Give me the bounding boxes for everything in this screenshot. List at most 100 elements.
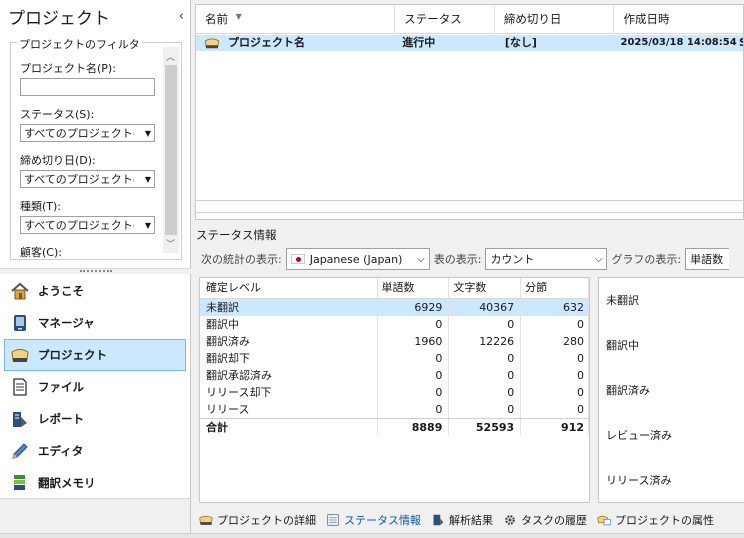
nav-item-label: ようこそ <box>38 284 84 298</box>
bottom-tabs: プロジェクトの詳細 ステータス情報 解析結果 タスクの履歴 プロジェクトの属性 <box>193 509 744 531</box>
nav-item-reports[interactable]: レポート <box>0 403 190 435</box>
column-header-confirmation-level[interactable]: 確定レベル <box>200 278 378 298</box>
home-icon <box>11 282 29 300</box>
column-header-status[interactable]: ステータス <box>395 5 495 33</box>
panel-splitter[interactable] <box>0 268 191 274</box>
chart-label-reviewed: レビュー済み <box>606 429 672 442</box>
column-header-due-date[interactable]: 締め切り日 <box>495 5 615 33</box>
due-date-filter-select[interactable]: すべてのプロジェクトの表示 ▼ <box>20 170 155 188</box>
table-mode-value: カウント <box>490 253 535 266</box>
table-row[interactable]: プロジェクト名 進行中 [なし] 2025/03/18 14:08:54 S <box>196 35 743 51</box>
chart-label-released: リリース済み <box>606 474 672 487</box>
due-date-filter-label: 締め切り日(D): <box>20 154 96 167</box>
table-row[interactable]: 翻訳中 0 0 0 <box>200 316 590 333</box>
tab-project-attributes[interactable]: プロジェクトの属性 <box>591 510 718 530</box>
project-attributes-icon <box>597 515 611 526</box>
project-status-cell: 進行中 <box>402 36 436 49</box>
language-select[interactable]: Japanese (Japan) ⌵ <box>285 248 430 270</box>
table-row[interactable]: リリース 0 0 0 <box>200 401 590 418</box>
status-table: 確定レベル 単語数 文字数 分節 未翻訳 6929 40367 632 翻訳中 … <box>199 277 590 503</box>
nav-item-editor[interactable]: エディタ <box>0 435 190 467</box>
navigation-pane: ようこそ マネージャ プロジェクト ファイル レポート エディタ 翻訳メモリ <box>0 275 190 499</box>
dropdown-arrow-icon: ▼ <box>144 128 151 138</box>
manager-icon <box>14 315 26 331</box>
nav-item-files[interactable]: ファイル <box>0 371 190 403</box>
project-grid-header: 名前 ▼ ステータス 締め切り日 作成日時 <box>196 5 743 34</box>
column-header-characters[interactable]: 文字数 <box>449 278 522 298</box>
table-row[interactable]: 翻訳承認済み 0 0 0 <box>200 367 590 384</box>
project-due-cell: [なし] <box>504 36 537 49</box>
status-filter-select[interactable]: すべてのプロジェクトの表示 ▼ <box>20 124 155 142</box>
project-name-cell: プロジェクト名 <box>196 35 395 51</box>
table-row[interactable]: 未翻訳 6929 40367 632 <box>200 299 590 316</box>
scrollbar-thumb[interactable] <box>165 65 177 235</box>
chart-label-translated: 翻訳済み <box>606 384 650 397</box>
due-date-filter-value: すべてのプロジェクトの表示 <box>24 173 134 186</box>
status-filter-value: すべてのプロジェクトの表示 <box>24 127 134 140</box>
chart-label-untranslated: 未翻訳 <box>606 294 639 307</box>
table-mode-select[interactable]: カウント ⌵ <box>485 248 608 270</box>
report-icon <box>13 412 27 427</box>
dropdown-arrow-icon: ▼ <box>144 174 151 184</box>
panel-title: プロジェクト <box>8 8 110 29</box>
table-row[interactable]: 翻訳済み 1960 12226 280 <box>200 333 590 350</box>
nav-item-label: 翻訳メモリ <box>38 476 96 490</box>
filter-body: プロジェクト名(P): ステータス(S): すべてのプロジェクトの表示 ▼ 締め… <box>11 51 163 259</box>
table-total-row[interactable]: 合計 8889 52593 912 <box>200 418 590 435</box>
tab-status-info[interactable]: ステータス情報 <box>320 510 425 530</box>
column-header-words[interactable]: 単語数 <box>378 278 450 298</box>
nav-item-welcome[interactable]: ようこそ <box>0 275 190 307</box>
task-history-icon <box>505 515 515 525</box>
graph-mode-select[interactable]: 単語数 <box>685 248 730 270</box>
status-info-title: ステータス情報 <box>196 228 277 242</box>
nav-item-label: エディタ <box>38 444 84 458</box>
table-row[interactable]: 翻訳却下 0 0 0 <box>200 350 590 367</box>
project-icon <box>204 38 220 49</box>
scroll-down-icon[interactable]: ﹀ <box>166 237 175 250</box>
dropdown-arrow-icon: ▼ <box>144 220 151 230</box>
nav-item-translation-memory[interactable]: 翻訳メモリ <box>0 467 190 499</box>
type-filter-label: 種類(T): <box>20 200 62 213</box>
graph-mode-label: グラフの表示: <box>611 253 682 266</box>
type-filter-value: すべてのプロジェクトの表示 <box>24 219 134 232</box>
scroll-up-icon[interactable]: ︿ <box>166 50 175 63</box>
japan-flag-icon <box>290 254 305 264</box>
project-extra-cell: S <box>739 36 744 49</box>
project-name-input[interactable] <box>20 78 155 96</box>
nav-item-project[interactable]: プロジェクト <box>4 339 186 371</box>
tab-task-history[interactable]: タスクの履歴 <box>497 510 591 530</box>
project-icon <box>11 349 29 362</box>
table-row[interactable]: リリース却下 0 0 0 <box>200 384 590 401</box>
status-info-icon <box>327 514 339 526</box>
translation-memory-icon <box>14 475 25 490</box>
customer-filter-label: 顧客(C): <box>20 246 62 259</box>
tab-analysis-results[interactable]: 解析結果 <box>425 510 497 530</box>
project-created-cell: 2025/03/18 14:08:54 <box>620 37 737 48</box>
analysis-icon <box>433 514 444 526</box>
status-table-header: 確定レベル 単語数 文字数 分節 <box>200 278 589 299</box>
project-grid: 名前 ▼ ステータス 締め切り日 作成日時 プロジェクト名 進行中 [なし] 2… <box>195 4 744 220</box>
column-header-segments[interactable]: 分節 <box>521 278 589 298</box>
collapse-panel-icon[interactable]: ‹ <box>179 9 184 24</box>
status-bar <box>0 533 744 538</box>
column-header-created[interactable]: 作成日時 <box>614 5 743 33</box>
tab-project-details[interactable]: プロジェクトの詳細 <box>193 510 320 530</box>
editor-icon <box>12 443 28 459</box>
navigation-pane-footer <box>0 498 190 538</box>
chevron-down-icon: ⌵ <box>594 253 603 265</box>
nav-item-label: ファイル <box>38 380 84 394</box>
column-header-name[interactable]: 名前 ▼ <box>196 5 396 33</box>
type-filter-select[interactable]: すべてのプロジェクトの表示 ▼ <box>20 216 155 234</box>
nav-item-label: レポート <box>38 412 84 426</box>
left-panel-header: プロジェクト ‹ <box>0 0 190 32</box>
nav-item-label: マネージャ <box>38 316 95 330</box>
chevron-down-icon: ⌵ <box>417 253 425 265</box>
status-filter-label: ステータス(S): <box>20 108 95 121</box>
main-area: 名前 ▼ ステータス 締め切り日 作成日時 プロジェクト名 進行中 [なし] 2… <box>193 0 744 538</box>
status-chart: 未翻訳 翻訳中 翻訳済み レビュー済み リリース済み <box>598 277 744 503</box>
nav-item-manager[interactable]: マネージャ <box>0 307 190 339</box>
file-icon <box>13 378 27 396</box>
graph-mode-value: 単語数 <box>690 253 724 266</box>
filter-scrollbar[interactable]: ︿ ﹀ <box>163 47 179 253</box>
project-details-icon <box>199 515 213 525</box>
